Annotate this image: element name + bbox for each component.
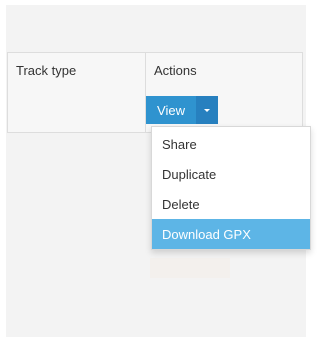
cell-track-type — [7, 88, 146, 132]
header-cell-track-type: Track type — [7, 53, 146, 88]
header-actions: Actions — [154, 63, 197, 78]
menu-item-download-gpx[interactable]: Download GPX — [152, 219, 310, 249]
table-header-row: Track type Actions — [7, 52, 303, 89]
header-track-type: Track type — [16, 63, 77, 78]
menu-item-duplicate[interactable]: Duplicate — [152, 159, 310, 189]
view-button-group: View — [146, 96, 218, 124]
dropdown-toggle-button[interactable] — [196, 96, 218, 124]
background-artifact — [150, 258, 230, 278]
menu-item-delete[interactable]: Delete — [152, 189, 310, 219]
page: Track type Actions View Share Duplicate … — [0, 0, 313, 342]
actions-dropdown-menu: Share Duplicate Delete Download GPX — [151, 126, 311, 250]
menu-item-share[interactable]: Share — [152, 129, 310, 159]
view-button[interactable]: View — [146, 96, 196, 124]
caret-down-icon — [204, 108, 210, 112]
header-cell-actions: Actions — [146, 53, 303, 88]
